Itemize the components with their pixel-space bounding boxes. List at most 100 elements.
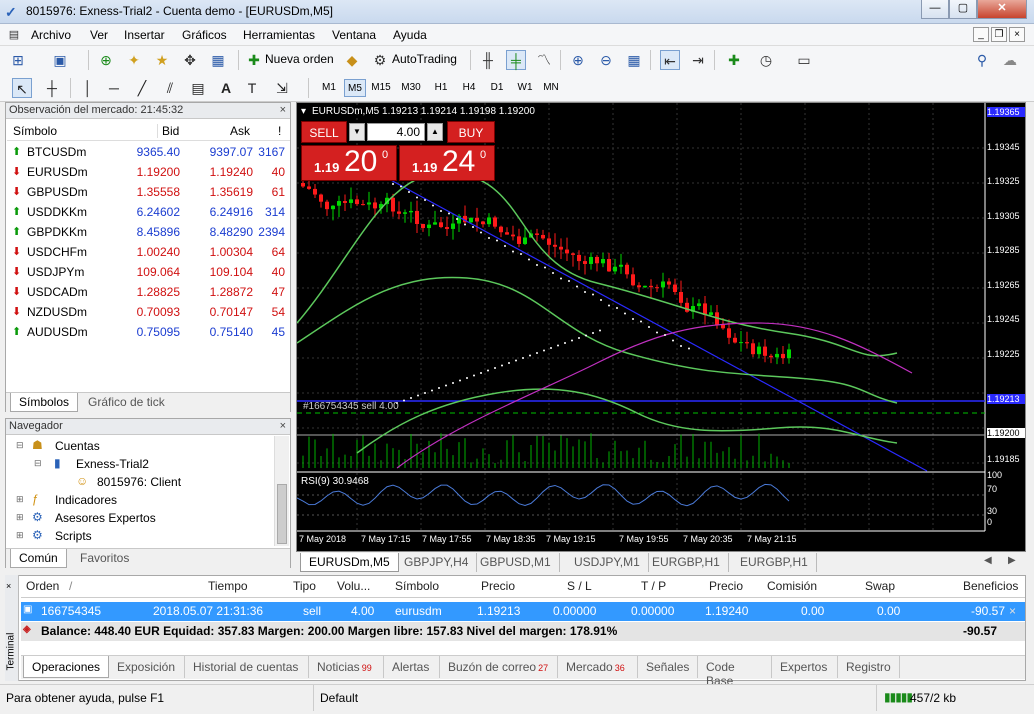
order-row[interactable]: ▣ 166754345 2018.05.07 21:31:36 sell 4.0… <box>21 602 1025 621</box>
menu-graficos[interactable]: Gráficos <box>182 28 227 42</box>
navigator-experts[interactable]: Asesores Expertos <box>55 511 156 525</box>
timeframe-mn-button[interactable]: MN <box>540 79 562 97</box>
close-icon[interactable]: × <box>280 104 286 116</box>
indicators-icon[interactable]: ✚ <box>724 50 744 70</box>
metaeditor-icon[interactable]: ◆ <box>342 50 362 70</box>
chat-icon[interactable]: ☁ <box>1000 50 1020 70</box>
column-time[interactable]: Tiempo <box>208 579 248 593</box>
tab-scroll-right-icon[interactable]: ▶ <box>1008 555 1016 566</box>
column-order[interactable]: Orden <box>26 579 59 593</box>
column-symbol[interactable]: Símbolo <box>395 579 439 593</box>
market-watch-row[interactable]: ⬇ USDCADm 1.28825 1.28872 47 <box>7 282 290 302</box>
tab-favorites[interactable]: Favoritos <box>72 549 137 568</box>
navigator-accounts[interactable]: Cuentas <box>55 439 100 453</box>
text-icon[interactable]: A <box>216 78 236 98</box>
menu-ayuda[interactable]: Ayuda <box>393 28 427 42</box>
tab-tick-chart[interactable]: Gráfico de tick <box>80 393 173 412</box>
periods-icon[interactable]: ◷ <box>756 50 776 70</box>
menu-archivo[interactable]: Archivo <box>31 28 71 42</box>
timeframe-d1-button[interactable]: D1 <box>486 79 508 97</box>
terminal-tab-6[interactable]: Mercado 36 <box>558 656 638 678</box>
expand-icon[interactable]: ⊞ <box>16 494 24 505</box>
profiles-icon[interactable]: ▣ <box>50 50 70 70</box>
chart-tab[interactable]: GBPJPY,H4 <box>396 553 478 572</box>
terminal-tab-8[interactable]: Code Base <box>698 656 772 688</box>
bar-chart-icon[interactable]: ╫ <box>478 50 498 70</box>
menu-ver[interactable]: Ver <box>90 28 108 42</box>
order-tp[interactable]: 0.00000 <box>631 604 674 618</box>
column-sl[interactable]: S / L <box>567 579 592 593</box>
zoom-in-icon[interactable]: ⊕ <box>568 50 588 70</box>
expand-icon[interactable]: ⊞ <box>16 512 24 523</box>
column-profit[interactable]: Beneficios <box>963 579 1018 593</box>
terminal-tab-3[interactable]: Noticias 99 <box>309 656 384 678</box>
navigator-server[interactable]: Exness-Trial2 <box>76 457 149 471</box>
terminal-tab-0[interactable]: Operaciones <box>23 656 109 678</box>
search-icon[interactable]: ⚲ <box>972 50 992 70</box>
strategy-tester-icon[interactable]: ▦ <box>208 50 228 70</box>
timeframe-m5-button[interactable]: M5 <box>344 79 366 97</box>
bid-column-header[interactable]: Bid <box>157 124 179 138</box>
column-price[interactable]: Precio <box>481 579 515 593</box>
zoom-out-icon[interactable]: ⊖ <box>596 50 616 70</box>
crosshair-icon[interactable]: ┼ <box>42 78 62 98</box>
column-tp[interactable]: T / P <box>641 579 666 593</box>
navigator-scripts[interactable]: Scripts <box>55 529 92 543</box>
navigator-client[interactable]: 8015976: Client <box>97 475 181 489</box>
vertical-line-icon[interactable]: │ <box>78 78 98 98</box>
fibonacci-icon[interactable]: ▤ <box>188 78 208 98</box>
column-type[interactable]: Tipo <box>293 579 316 593</box>
ask-column-header[interactable]: Ask <box>230 124 250 138</box>
timeframe-w1-button[interactable]: W1 <box>514 79 536 97</box>
tab-common[interactable]: Común <box>10 549 67 568</box>
label-icon[interactable]: T <box>242 78 262 98</box>
autotrading-button[interactable]: AutoTrading <box>392 52 457 66</box>
order-sl[interactable]: 0.00000 <box>553 604 596 618</box>
horizontal-line-icon[interactable]: ─ <box>104 78 124 98</box>
close-icon[interactable]: × <box>6 581 11 591</box>
buy-button[interactable]: BUY <box>447 121 495 143</box>
menu-herramientas[interactable]: Herramientas <box>243 28 315 42</box>
market-watch-icon[interactable]: ⊕ <box>96 50 116 70</box>
navigator-icon[interactable]: ★ <box>152 50 172 70</box>
new-order-button[interactable]: Nueva orden <box>265 52 334 66</box>
tab-scroll-left-icon[interactable]: ◀ <box>984 555 992 566</box>
market-watch-row[interactable]: ⬇ NZDUSDm 0.70093 0.70147 54 <box>7 302 290 322</box>
terminal-tab-9[interactable]: Expertos <box>772 656 838 678</box>
channel-icon[interactable]: ⫽ <box>160 78 180 98</box>
expand-icon[interactable]: ⊞ <box>16 530 24 541</box>
timeframe-m30-button[interactable]: M30 <box>400 79 422 97</box>
close-icon[interactable]: × <box>280 420 286 432</box>
terminal-tab-4[interactable]: Alertas <box>384 656 440 678</box>
terminal-tab-1[interactable]: Exposición <box>109 656 185 678</box>
document-icon[interactable]: ▤ <box>6 25 22 43</box>
chart-tab[interactable]: EURGBP,H1 <box>644 553 729 572</box>
column-commission[interactable]: Comisión <box>767 579 817 593</box>
navigator-indicators[interactable]: Indicadores <box>55 493 117 507</box>
terminal-tab-2[interactable]: Historial de cuentas <box>185 656 309 678</box>
mdi-close-button[interactable]: × <box>1009 27 1025 42</box>
line-chart-icon[interactable]: 〽 <box>534 50 554 70</box>
menu-insertar[interactable]: Insertar <box>124 28 165 42</box>
sell-price-button[interactable]: 1.19 20 0 <box>301 145 397 181</box>
trendline-icon[interactable]: ╱ <box>132 78 152 98</box>
terminal-tab-10[interactable]: Registro <box>838 656 900 678</box>
chart-tab[interactable]: USDJPY,M1 <box>566 553 649 572</box>
chart-tab[interactable]: GBPUSD,M1 <box>472 553 560 572</box>
timeframe-m15-button[interactable]: M15 <box>370 79 392 97</box>
timeframe-m1-button[interactable]: M1 <box>318 79 340 97</box>
market-watch-row[interactable]: ⬇ USDCHFm 1.00240 1.00304 64 <box>7 242 290 262</box>
navigator-scrollbar[interactable] <box>274 436 289 546</box>
column-volume[interactable]: Volu... <box>337 579 370 593</box>
mdi-restore-button[interactable]: ❐ <box>991 27 1007 42</box>
market-watch-row[interactable]: ⬆ BTCUSDm 9365.40 9397.07 3167 <box>7 142 290 162</box>
candlestick-icon[interactable]: ╪ <box>506 50 526 70</box>
market-watch-row[interactable]: ⬇ EURUSDm 1.19200 1.19240 40 <box>7 162 290 182</box>
menu-ventana[interactable]: Ventana <box>332 28 376 42</box>
market-watch-row[interactable]: ⬇ USDJPYm 109.064 109.104 40 <box>7 262 290 282</box>
lot-input[interactable]: 4.00 <box>367 123 425 141</box>
templates-icon[interactable]: ▭ <box>794 50 814 70</box>
autotrading-icon[interactable]: ⚙ <box>370 50 390 70</box>
market-watch-row[interactable]: ⬆ GBPDKKm 8.45896 8.48290 2394 <box>7 222 290 242</box>
chart-tab[interactable]: EURUSDm,M5 <box>300 553 399 572</box>
